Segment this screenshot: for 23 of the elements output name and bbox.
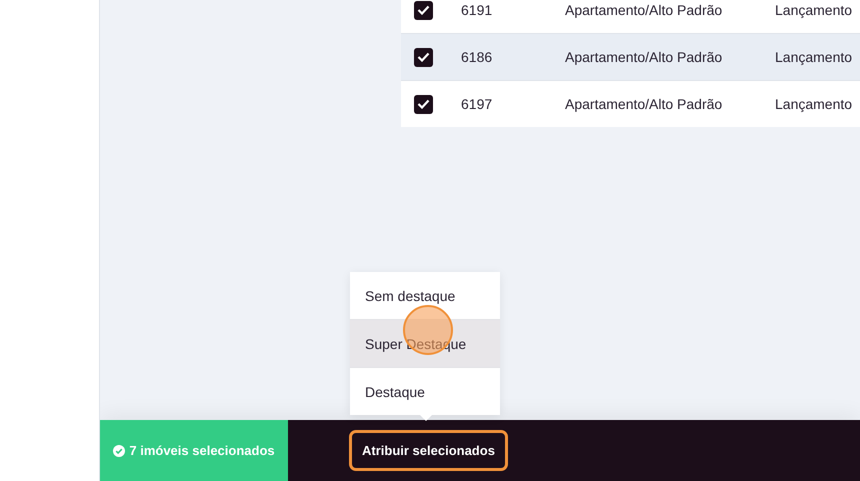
assign-button[interactable]: Atribuir selecionados [349,430,508,471]
table-row[interactable]: 6191 Apartamento/Alto Padrão Lançamento [401,0,860,34]
table-row[interactable]: 6186 Apartamento/Alto Padrão Lançamento [401,34,860,81]
menu-pointer [419,414,433,421]
table-cell-text: Apartamento/Alto Padrão [565,2,724,18]
check-circle-icon [113,444,126,456]
checkmark-icon [417,5,430,15]
table-cell-text: Lançamento [775,2,854,18]
table-cell-text: Lançamento [775,49,854,65]
checkbox[interactable] [414,94,433,114]
menu-item[interactable]: Destaque [350,368,500,415]
checkmark-icon [417,52,430,62]
table-cell-text: Apartamento/Alto Padrão [565,49,724,65]
table-cell-text: 6186 [461,49,494,65]
checkbox[interactable] [414,48,433,66]
table-cell-text: Apartamento/Alto Padrão [565,96,724,112]
table-cell-text: 6197 [461,96,494,112]
table-cell-text: 6191 [461,2,494,18]
menu-item[interactable]: Sem destaque [350,272,500,320]
table-cell-text: Lançamento [775,96,854,112]
checkmark-icon [417,99,430,109]
checkbox[interactable] [414,0,433,20]
selection-count: 7 imóveis selecionados [129,443,275,458]
